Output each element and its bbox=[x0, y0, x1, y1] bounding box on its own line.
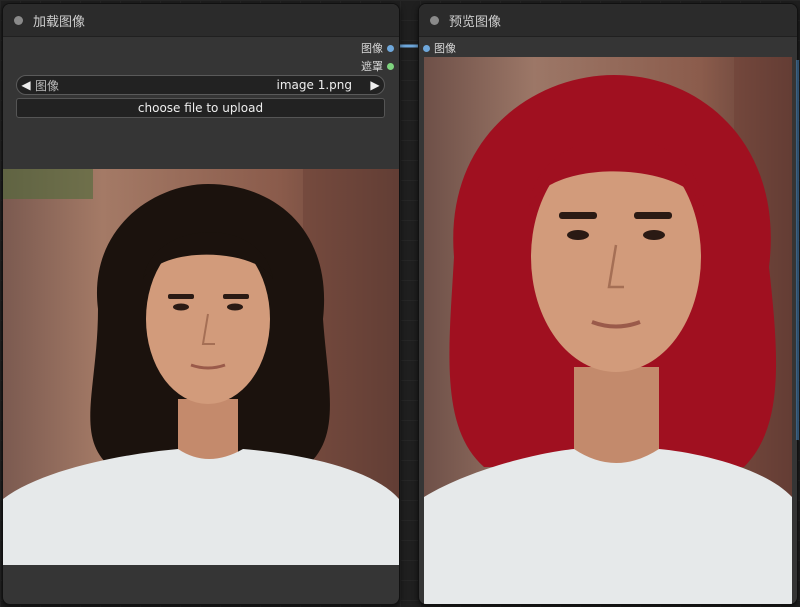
node-title: 加载图像 bbox=[33, 14, 86, 30]
input-slot-image[interactable]: 图像 bbox=[423, 40, 456, 56]
preview-image-node-header[interactable]: 预览图像 bbox=[419, 4, 797, 37]
preview-image-node[interactable]: 预览图像 图像 bbox=[418, 3, 798, 605]
output-dot-icon[interactable] bbox=[387, 44, 394, 52]
prev-arrow-icon[interactable]: ◀ bbox=[17, 78, 35, 92]
output-slot-label: 遮罩 bbox=[361, 60, 383, 73]
next-arrow-icon[interactable]: ▶ bbox=[366, 78, 384, 92]
input-slot-label: 图像 bbox=[434, 42, 456, 55]
upload-button[interactable]: choose file to upload bbox=[16, 98, 385, 118]
image-select-widget[interactable]: ◀ 图像 image 1.png ▶ bbox=[16, 75, 385, 95]
output-slot-image[interactable]: 图像 bbox=[361, 40, 394, 56]
collapse-dot-icon[interactable] bbox=[14, 15, 23, 25]
collapse-dot-icon[interactable] bbox=[430, 15, 439, 25]
load-image-node-header[interactable]: 加载图像 bbox=[3, 4, 399, 37]
source-image-preview bbox=[3, 169, 399, 565]
widget-value: image 1.png bbox=[276, 78, 352, 92]
output-dot-icon[interactable] bbox=[387, 62, 394, 70]
canvas-edge-handle[interactable] bbox=[796, 60, 799, 440]
node-title: 预览图像 bbox=[449, 14, 502, 30]
output-slot-mask[interactable]: 遮罩 bbox=[361, 58, 394, 74]
output-slot-label: 图像 bbox=[361, 42, 383, 55]
input-dot-icon[interactable] bbox=[423, 44, 430, 52]
load-image-node[interactable]: 加载图像 图像 遮罩 ◀ 图像 image 1.png ▶ choose fil… bbox=[2, 3, 400, 605]
result-image-preview bbox=[424, 57, 792, 604]
widget-label: 图像 bbox=[35, 78, 60, 93]
